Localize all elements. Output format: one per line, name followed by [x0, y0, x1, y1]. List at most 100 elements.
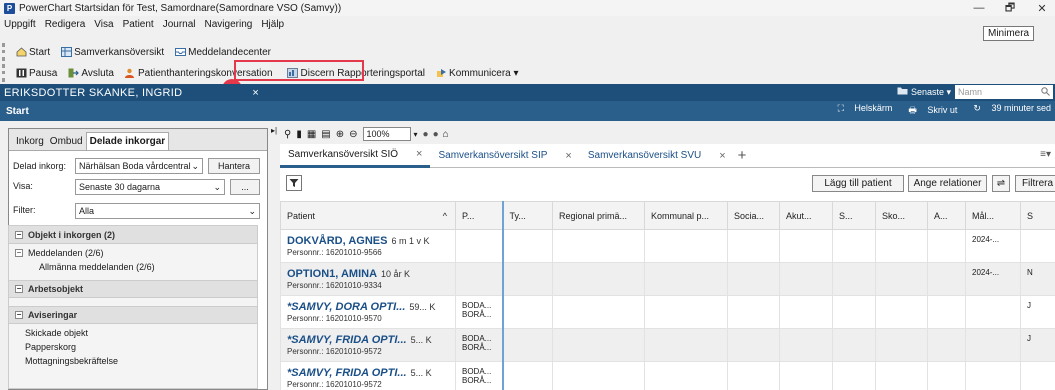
tab-ombud[interactable]: Ombud [47, 133, 86, 150]
patient-name-link[interactable]: OPTION1, AMINA [287, 268, 377, 280]
tree-item-skickade-objekt[interactable]: Skickade objekt [9, 326, 257, 340]
zoom-dropdown-icon[interactable]: ▾ [414, 130, 418, 139]
inbox-items-header[interactable]: − Objekt i inkorgen (2) [9, 226, 257, 244]
shared-inbox-select[interactable]: Närhälsan Boda vårdcentral ⌄ [75, 158, 203, 174]
tree-item-mottagningsbekraftelse[interactable]: Mottagningsbekräftelse [9, 354, 257, 368]
restore-button[interactable]: 🗗 [997, 0, 1023, 16]
close-tab-icon[interactable]: × [719, 150, 725, 162]
close-patient-icon[interactable]: × [252, 87, 258, 99]
p-cell: BODA... BORÅ... [455, 328, 503, 362]
tree-item-papperskorg[interactable]: Papperskorg [9, 340, 257, 354]
hantera-button[interactable]: Hantera [208, 158, 260, 174]
column-patient[interactable]: Patient ^ [280, 201, 456, 230]
tree-item-meddelanden[interactable]: − Meddelanden (2/6) [9, 246, 257, 260]
tree-item-allmanna-meddelanden[interactable]: Allmänna meddelanden (2/6) [9, 260, 257, 274]
tab-samverkansoversikt-sip[interactable]: Samverkansöversikt SIP × [430, 144, 579, 168]
close-tab-icon[interactable]: × [565, 150, 571, 162]
zoom-level-input[interactable]: 100% [362, 127, 411, 141]
column-sko[interactable]: Sko... [875, 201, 928, 230]
menu-journal[interactable]: Journal [163, 19, 196, 30]
table-row[interactable]: *SAMVY, FRIDA OPTI... 5... K Personnr.: 16… [280, 361, 1055, 390]
work-items-header[interactable]: − Arbetsobjekt [9, 280, 257, 298]
patient-name-link[interactable]: *SAMVY, DORA OPTI... [287, 301, 405, 313]
pausa-button[interactable]: Pausa [13, 64, 59, 82]
zoom-out-icon[interactable]: ⊖ [349, 129, 357, 140]
patient-cell[interactable]: *SAMVY, DORA OPTI... 59... K Personnr.: 16… [280, 295, 456, 329]
tab-samverkansoversikt-sio[interactable]: Samverkansöversikt SIÖ × [280, 144, 431, 168]
show-period-select[interactable]: Senaste 30 dagarna ⌄ [75, 179, 225, 195]
column-ty[interactable]: Ty... [501, 201, 553, 230]
table-row[interactable]: *SAMVY, DORA OPTI... 59... K Personnr.: 16… [280, 295, 1055, 329]
close-tab-icon[interactable]: × [416, 148, 422, 160]
patient-cell[interactable]: OPTION1, AMINA 10 år K Personnr.: 16201010… [280, 262, 456, 296]
kommunicera-button[interactable]: Kommunicera ▾ [433, 64, 521, 82]
notices-header[interactable]: − Aviseringar [9, 306, 257, 324]
menu-patient[interactable]: Patient [123, 19, 154, 30]
document-icon[interactable]: ▮ [296, 129, 302, 140]
patient-name[interactable]: ERIKSDOTTER SKANKE, INGRID [4, 87, 182, 99]
column-p[interactable]: P... [455, 201, 503, 230]
menu-visa[interactable]: Visa [94, 19, 113, 30]
column-s[interactable]: S... [832, 201, 876, 230]
column-akut[interactable]: Akut... [779, 201, 833, 230]
print-preview-icon[interactable]: ▤ [321, 129, 330, 140]
filter-select[interactable]: Alla ⌄ [75, 203, 260, 219]
more-options-button[interactable]: ... [230, 179, 260, 195]
tab-menu-icon[interactable]: ≡▾ [1040, 149, 1051, 160]
print-icon[interactable]: ▦ [307, 129, 316, 140]
tab-samverkansoversikt-svu[interactable]: Samverkansöversikt SVU × [580, 144, 734, 168]
ty-cell [501, 262, 553, 296]
table-row[interactable]: DOKVÅRD, AGNES 6 m 1 v K Personnr.: 162010… [280, 229, 1055, 263]
search-icon[interactable] [1041, 86, 1050, 98]
name-search-input[interactable]: Namn [955, 85, 1053, 99]
column-s2[interactable]: S [1020, 201, 1055, 230]
patient-name-link[interactable]: *SAMVY, FRIDA OPTI... [287, 334, 407, 346]
binoculars-icon[interactable]: ⚲ [284, 129, 291, 140]
forward-icon[interactable]: ● [433, 129, 439, 140]
panel-splitter[interactable]: ▸| [270, 124, 278, 390]
patient-cell[interactable]: *SAMVY, FRIDA OPTI... 5... K Personnr.: 16… [280, 328, 456, 362]
start-button[interactable]: Start [13, 43, 52, 61]
back-icon[interactable]: ● [423, 129, 429, 140]
samverkansoversikt-button[interactable]: Samverkansöversikt [58, 43, 166, 61]
add-tab-icon[interactable]: + [738, 147, 747, 164]
home-icon[interactable]: ⌂ [443, 129, 449, 140]
add-patient-button[interactable]: Lägg till patient [812, 175, 904, 192]
patient-cell[interactable]: DOKVÅRD, AGNES 6 m 1 v K Personnr.: 162010… [280, 229, 456, 263]
collapse-icon: − [15, 284, 23, 293]
filtrera-button[interactable]: Filtrera [1015, 175, 1055, 192]
printer-icon: 🖶 [908, 105, 920, 115]
chevron-down-icon: ⌄ [213, 181, 221, 192]
column-mal[interactable]: Mål... [965, 201, 1021, 230]
patient-cell[interactable]: *SAMVY, FRIDA OPTI... 5... K Personnr.: 16… [280, 361, 456, 390]
set-relations-button[interactable]: Ange relationer [908, 175, 987, 192]
minimize-button[interactable]: — [966, 0, 992, 16]
column-a[interactable]: A... [927, 201, 966, 230]
meddelandecenter-button[interactable]: Meddelandecenter [172, 43, 273, 61]
patient-name-link[interactable]: DOKVÅRD, AGNES [287, 235, 387, 247]
column-kommunal[interactable]: Kommunal p... [644, 201, 728, 230]
recent-dropdown[interactable]: Senaste ▾ [911, 87, 951, 98]
close-button[interactable]: ✕ [1029, 0, 1055, 16]
tab-inkorg[interactable]: Inkorg [13, 133, 47, 150]
column-regional[interactable]: Regional primä... [552, 201, 645, 230]
menu-hjalp[interactable]: Hjälp [261, 19, 284, 30]
menu-redigera[interactable]: Redigera [45, 19, 86, 30]
collapse-panel-icon[interactable]: ▸| [271, 126, 277, 135]
column-socia[interactable]: Socia... [727, 201, 780, 230]
table-row[interactable]: *SAMVY, FRIDA OPTI... 5... K Personnr.: 16… [280, 328, 1055, 362]
print-button[interactable]: 🖶 Skriv ut [900, 103, 957, 119]
avsluta-button[interactable]: Avsluta [65, 64, 116, 82]
fullscreen-button[interactable]: ⛶ Helskärm [830, 103, 893, 119]
socia-cell [727, 295, 780, 329]
menu-uppgift[interactable]: Uppgift [4, 19, 36, 30]
funnel-filter-icon[interactable] [286, 175, 302, 191]
ty-cell [501, 361, 553, 390]
sort-options-icon[interactable]: ⇌ [992, 175, 1010, 192]
table-row[interactable]: OPTION1, AMINA 10 år K Personnr.: 16201010… [280, 262, 1055, 296]
tab-delade-inkorgar[interactable]: Delade inkorgar [85, 132, 170, 150]
refresh-button[interactable]: ↻ 39 minuter sed [965, 103, 1051, 119]
menu-navigering[interactable]: Navigering [205, 19, 253, 30]
patient-name-link[interactable]: *SAMVY, FRIDA OPTI... [287, 367, 407, 379]
zoom-in-icon[interactable]: ⊕ [336, 129, 344, 140]
